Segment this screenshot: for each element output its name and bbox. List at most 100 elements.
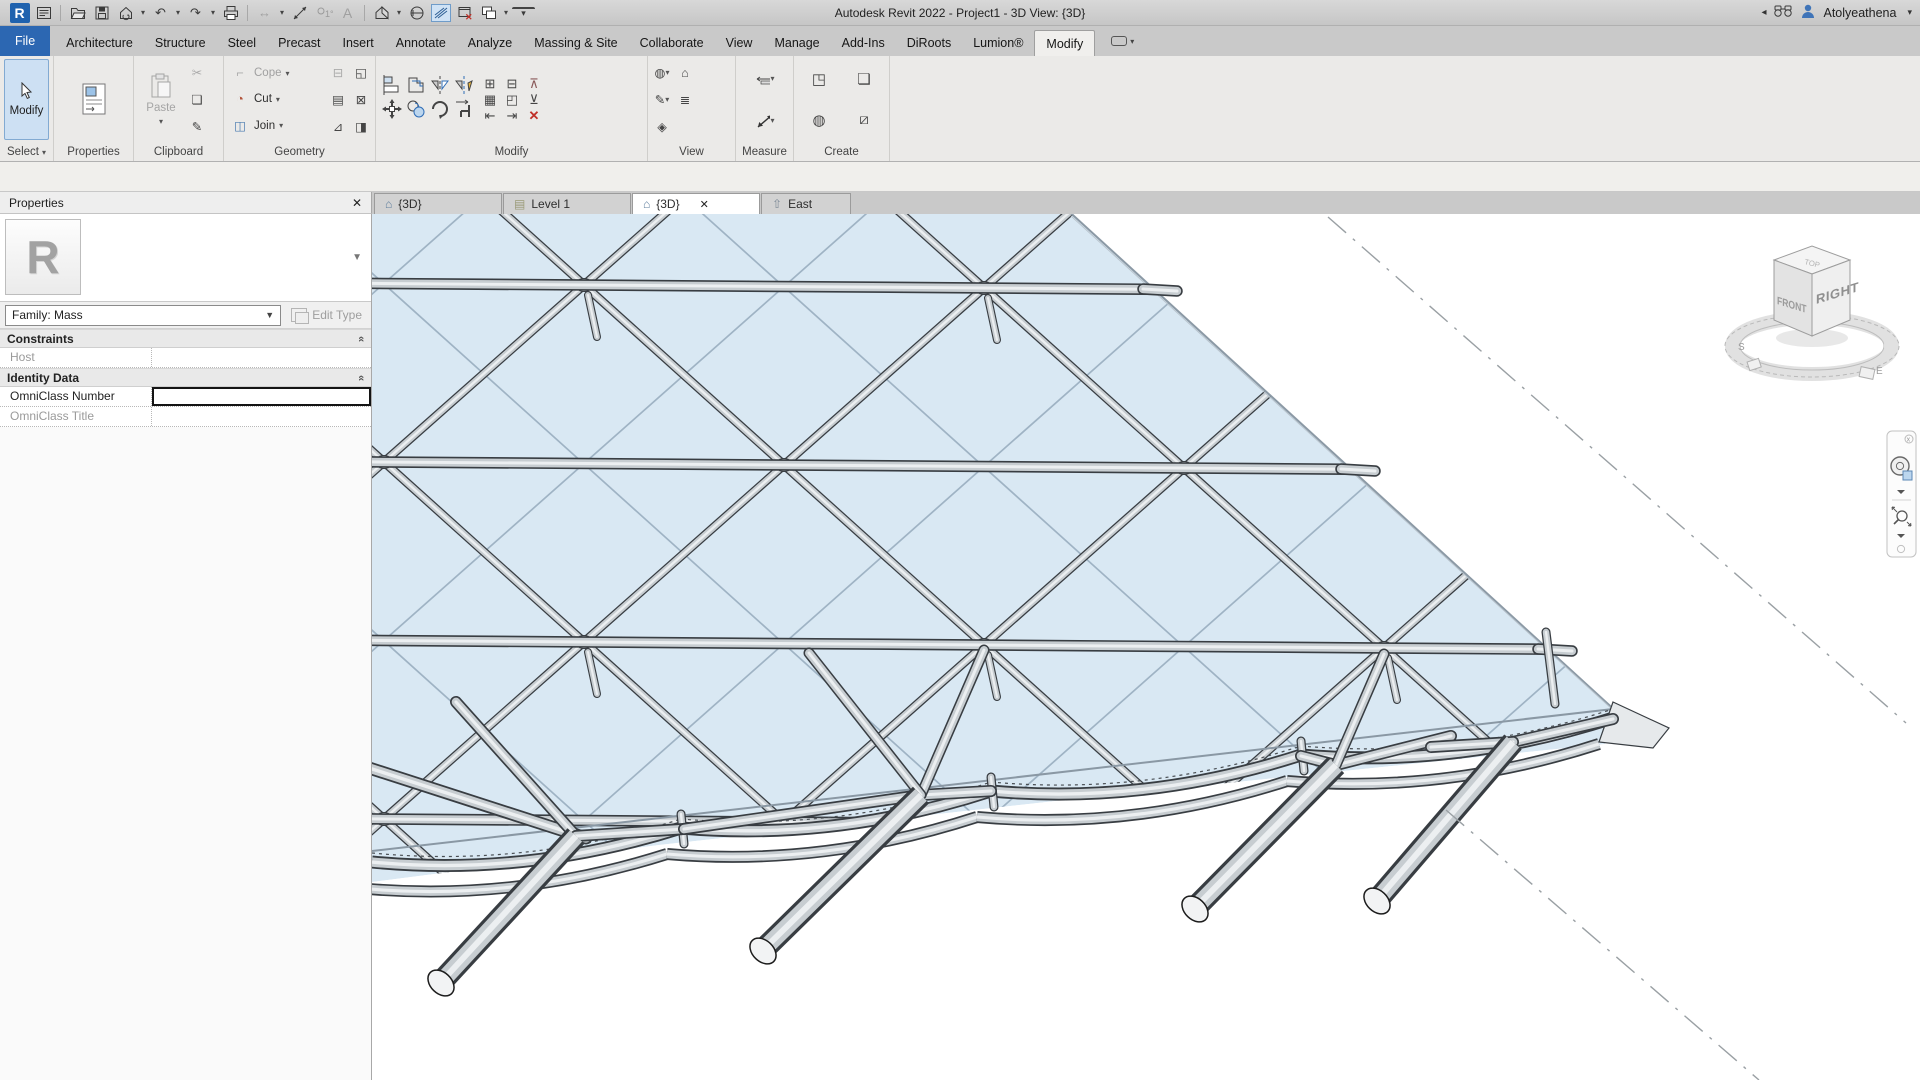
- home-icon[interactable]: [32, 3, 55, 23]
- cut-profile-icon[interactable]: ⌂: [675, 64, 695, 82]
- beam-join-icon[interactable]: ⊟: [328, 64, 348, 82]
- type-selector-dropdown-icon[interactable]: ▼: [352, 252, 362, 263]
- tab-modify[interactable]: Modify: [1034, 30, 1095, 56]
- 3d-view-dropdown-icon[interactable]: ▾: [394, 8, 404, 17]
- save-icon[interactable]: [90, 3, 113, 23]
- copy-icon[interactable]: [406, 99, 426, 124]
- wall-join-icon[interactable]: ▤: [328, 91, 348, 109]
- paint-icon[interactable]: ◨: [351, 118, 371, 136]
- view-tab-3d-1[interactable]: ⌂ {3D}: [374, 193, 502, 214]
- measure-dimension-icon[interactable]: ▾: [755, 70, 775, 88]
- tab-architecture[interactable]: Architecture: [55, 30, 144, 56]
- tab-manage[interactable]: Manage: [763, 30, 830, 56]
- edit-type-button[interactable]: Edit Type: [287, 308, 366, 322]
- close-hidden-windows-icon[interactable]: ✕: [453, 3, 476, 23]
- delete-icon[interactable]: ✕: [524, 107, 544, 125]
- group-identity-data[interactable]: Identity Data «: [0, 368, 371, 387]
- tab-massing-site[interactable]: Massing & Site: [523, 30, 628, 56]
- account-dropdown-icon[interactable]: ▾: [1907, 7, 1912, 18]
- view-tab-level-1[interactable]: ▤ Level 1: [503, 193, 631, 214]
- tab-lumion[interactable]: Lumion®: [962, 30, 1034, 56]
- tab-steel[interactable]: Steel: [217, 30, 268, 56]
- modify-tool-button[interactable]: Modify: [4, 59, 49, 140]
- cope-tool[interactable]: ⌐Cope▾: [230, 64, 323, 82]
- ribbon-display-toggle[interactable]: ▾: [1105, 30, 1140, 52]
- property-value[interactable]: [152, 407, 371, 426]
- model-viewport[interactable]: [372, 214, 1920, 1080]
- section-icon[interactable]: [405, 3, 428, 23]
- sync-dropdown-icon[interactable]: ▾: [138, 8, 148, 17]
- panel-label-properties[interactable]: Properties: [54, 143, 133, 161]
- tab-annotate[interactable]: Annotate: [385, 30, 457, 56]
- tab-view[interactable]: View: [715, 30, 764, 56]
- linework-icon[interactable]: ✎▾: [652, 91, 672, 109]
- collapse-arrow-icon[interactable]: ◂: [1761, 7, 1766, 18]
- align-icon[interactable]: [382, 75, 402, 100]
- create-parts-icon[interactable]: ◍: [809, 111, 829, 129]
- collapse-icon[interactable]: «: [355, 374, 367, 380]
- user-name[interactable]: Atolyeathena: [1823, 6, 1896, 20]
- mirror-draw-axis-icon[interactable]: [454, 75, 474, 100]
- switch-windows-icon[interactable]: [477, 3, 500, 23]
- tab-precast[interactable]: Precast: [267, 30, 331, 56]
- create-group-icon[interactable]: ❏: [854, 70, 874, 88]
- trim-multiple-icon[interactable]: ⇥: [507, 108, 518, 124]
- tab-add-ins[interactable]: Add-Ins: [831, 30, 896, 56]
- navigation-bar[interactable]: x: [1886, 430, 1917, 558]
- tab-structure[interactable]: Structure: [144, 30, 217, 56]
- close-view-icon[interactable]: ✕: [700, 198, 709, 211]
- pin-icon[interactable]: ⊻: [529, 92, 539, 108]
- open-icon[interactable]: [66, 3, 89, 23]
- tab-collaborate[interactable]: Collaborate: [629, 30, 715, 56]
- split-element-icon[interactable]: ⊿: [328, 118, 348, 136]
- undo-icon[interactable]: ↶: [149, 3, 172, 23]
- trim-extend-corner-icon[interactable]: [453, 98, 475, 125]
- dimension-dropdown-icon[interactable]: ▾: [277, 8, 287, 17]
- offset-icon[interactable]: [406, 75, 426, 100]
- user-avatar-icon[interactable]: [1800, 3, 1816, 22]
- create-similar-icon[interactable]: ⧄: [854, 111, 874, 129]
- revit-logo[interactable]: R: [8, 3, 31, 23]
- tab-insert[interactable]: Insert: [331, 30, 384, 56]
- redo-icon[interactable]: ↷: [184, 3, 207, 23]
- join-geometry-tool[interactable]: ◫Join▾: [230, 117, 323, 135]
- split-gap-icon[interactable]: ⊟: [507, 76, 518, 92]
- unjoin-icon[interactable]: ◱: [351, 64, 371, 82]
- rotate-icon[interactable]: [429, 98, 451, 125]
- property-value[interactable]: [152, 348, 371, 367]
- split-icon[interactable]: ⊞: [485, 76, 496, 92]
- sync-with-central-icon[interactable]: [114, 3, 137, 23]
- reveal-constraints-icon[interactable]: ≣: [675, 91, 695, 109]
- paste-button[interactable]: Paste ▾: [138, 59, 184, 140]
- default-3d-view-icon[interactable]: [370, 3, 393, 23]
- properties-close-icon[interactable]: ✕: [352, 196, 362, 210]
- viewcube[interactable]: S E TOP FRONT RIGHT: [1724, 222, 1906, 398]
- print-icon[interactable]: [219, 3, 242, 23]
- tag-by-category-icon[interactable]: 1°: [312, 3, 335, 23]
- properties-toggle-button[interactable]: [71, 59, 117, 140]
- legend-component-icon[interactable]: ◳: [809, 70, 829, 88]
- array-icon[interactable]: ▦: [484, 92, 496, 108]
- customize-qat-icon[interactable]: ▾: [512, 7, 535, 19]
- unpin-icon[interactable]: ⊼: [529, 76, 539, 92]
- measure-icon[interactable]: [288, 3, 311, 23]
- group-constraints[interactable]: Constraints «: [0, 329, 371, 348]
- tab-diroots[interactable]: DiRoots: [896, 30, 962, 56]
- aligned-dimension-icon[interactable]: ↔: [253, 3, 276, 23]
- measure-between-points-icon[interactable]: ▾: [755, 112, 775, 130]
- omniclass-number-input[interactable]: [152, 387, 371, 406]
- copy-to-clipboard-icon[interactable]: ❏: [187, 91, 207, 109]
- text-icon[interactable]: A: [336, 3, 359, 23]
- properties-palette-header[interactable]: Properties ✕: [0, 192, 372, 214]
- type-selector[interactable]: R ▼: [0, 214, 371, 302]
- family-select[interactable]: Family: Mass ▼: [5, 305, 281, 326]
- collapse-icon[interactable]: «: [355, 335, 367, 341]
- trim-single-icon[interactable]: ⇤: [485, 108, 496, 124]
- display-box-icon[interactable]: ◈: [652, 118, 672, 136]
- redo-dropdown-icon[interactable]: ▾: [208, 8, 218, 17]
- switch-windows-dropdown-icon[interactable]: ▾: [501, 8, 511, 17]
- hidden-elements-icon[interactable]: ◍▾: [652, 64, 672, 82]
- search-icon[interactable]: [1773, 4, 1793, 21]
- cut-to-clipboard-icon[interactable]: ✂: [187, 64, 207, 82]
- mirror-pick-axis-icon[interactable]: [430, 75, 450, 100]
